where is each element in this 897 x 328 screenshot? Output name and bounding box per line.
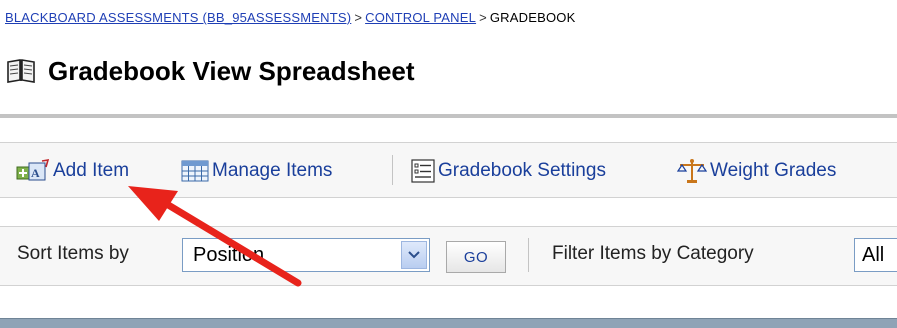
svg-text:A: A (31, 166, 40, 180)
go-button[interactable]: GO (446, 241, 506, 273)
breadcrumb-current: GRADEBOOK (489, 10, 576, 25)
gradebook-settings-button[interactable]: Gradebook Settings (411, 158, 606, 184)
add-item-button[interactable]: A Add Item (16, 158, 129, 184)
breadcrumb: BLACKBOARD ASSESSMENTS (BB_95ASSESSMENTS… (5, 10, 575, 25)
sort-items-select[interactable]: Position (182, 238, 430, 272)
add-item-icon: A (16, 159, 50, 181)
weight-grades-label: Weight Grades (710, 160, 837, 181)
filter-category-select[interactable]: All (854, 238, 897, 272)
weight-grades-button[interactable]: Weight Grades (677, 158, 836, 184)
breadcrumb-separator: > (479, 10, 487, 25)
breadcrumb-separator: > (354, 10, 363, 25)
sort-items-label: Sort Items by (17, 243, 129, 264)
book-icon (7, 59, 35, 83)
manage-items-button[interactable]: Manage Items (181, 158, 332, 184)
gradebook-settings-label: Gradebook Settings (438, 160, 606, 181)
filter-items-label: Filter Items by Category (552, 243, 754, 264)
title-divider (0, 114, 897, 118)
sort-items-selected-value: Position (193, 244, 265, 266)
breadcrumb-course-link[interactable]: BLACKBOARD ASSESSMENTS (BB_95ASSESSMENTS… (5, 10, 351, 25)
manage-items-label: Manage Items (212, 160, 333, 181)
grid-icon (181, 160, 209, 182)
settings-list-icon (411, 159, 435, 183)
scale-icon (677, 159, 707, 183)
sort-separator (528, 238, 529, 272)
filter-category-selected-value: All (862, 244, 885, 266)
page-title: Gradebook View Spreadsheet (48, 56, 415, 86)
chevron-down-icon[interactable] (401, 241, 427, 269)
breadcrumb-control-panel-link[interactable]: CONTROL PANEL (365, 10, 476, 25)
action-separator (392, 155, 393, 185)
add-item-label: Add Item (53, 160, 130, 181)
